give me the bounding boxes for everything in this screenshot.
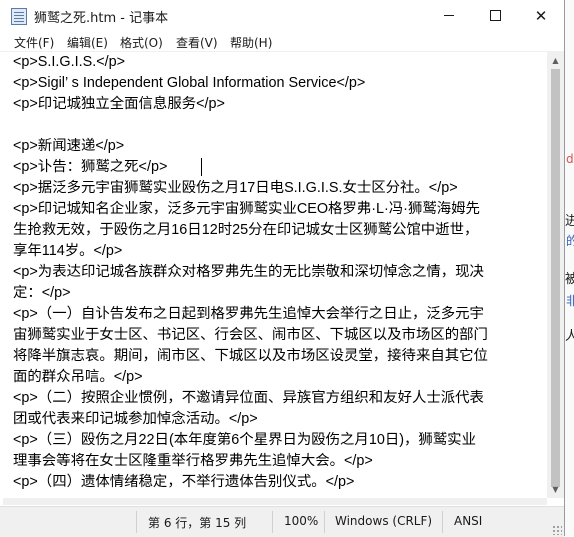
vertical-scrollbar[interactable]: ▲ ▼ [547, 52, 564, 498]
background-text: 的 [566, 234, 574, 248]
maximize-icon [489, 10, 501, 21]
status-divider [442, 511, 443, 533]
text-line: <p>为表达印记城各族群众对格罗弗先生的无比崇敬和深切悼念之情，现决 [13, 264, 484, 280]
text-line: <p>Sigil’ s Independent Global Informati… [13, 75, 366, 91]
status-divider [136, 511, 137, 533]
text-line: <p>印记城知名企业家，泛多元宇宙狮鹫实业CEO格罗弗·L·冯·狮鹫海姆先 [13, 201, 480, 217]
text-line: 生抢救无效，于殴伤之月16日12时25分在印记城女士区狮鹫公馆中逝世， [13, 222, 479, 238]
menu-edit[interactable]: 编辑(E) [67, 34, 108, 51]
menu-bar: 文件(F) 编辑(E) 格式(O) 查看(V) 帮助(H) [0, 31, 564, 52]
background-text: 进 [565, 214, 574, 229]
text-line: 将降半旗志哀。期间，闹市区、下城区以及市场区设灵堂，接待来自其它位 [13, 348, 488, 364]
horizontal-scrollbar[interactable] [3, 498, 547, 505]
text-line: 面的群众吊唁。</p> [13, 369, 143, 385]
text-line: 宙狮鹫实业于女士区、书记区、行会区、闹市区、下城区以及市场区的部门 [13, 327, 488, 343]
scroll-up-arrow-icon[interactable]: ▲ [547, 52, 564, 69]
status-zoom: 100% [284, 514, 319, 528]
background-text: 人 [565, 329, 574, 344]
text-caret [201, 158, 202, 176]
minimize-icon [444, 15, 454, 16]
notepad-app-icon[interactable] [11, 8, 27, 25]
background-text: 被 [565, 272, 574, 287]
text-line: <p>（一）自讣告发布之日起到格罗弗先生追悼大会举行之日止，泛多元宇 [13, 306, 484, 322]
background-window-strip: di 进 的 被 非 人 [565, 0, 574, 536]
text-line: 定：</p> [13, 285, 71, 301]
close-button[interactable]: ✕ [518, 0, 564, 31]
text-line: <p>印记城独立全面信息服务</p> [13, 96, 225, 112]
text-line: <p>（二）按照企业惯例，不邀请异位面、异族官方组织和友好人士派代表 [13, 390, 484, 406]
menu-file[interactable]: 文件(F) [14, 34, 54, 51]
menu-help[interactable]: 帮助(H) [230, 34, 272, 51]
text-line: <p>据泛多元宇宙狮鹫实业殴伤之月17日电S.I.G.I.S.女士区分社。</p… [13, 180, 458, 196]
status-line-ending: Windows (CRLF) [335, 514, 433, 528]
maximize-button[interactable] [472, 0, 518, 31]
text-line: <p>讣告：狮鹫之死</p> [13, 159, 168, 175]
scroll-down-arrow-icon[interactable]: ▼ [547, 481, 564, 498]
status-cursor-position: 第 6 行，第 15 列 [148, 516, 247, 530]
window-title: 狮鹫之死.htm - 记事本 [34, 11, 169, 26]
title-bar[interactable]: 狮鹫之死.htm - 记事本 ✕ [0, 0, 564, 31]
background-text: di [566, 152, 574, 166]
text-line: 理事会等将在女士区隆重举行格罗弗先生追悼大会。</p> [13, 453, 373, 469]
text-line: 享年114岁。</p> [13, 243, 123, 259]
text-line: 团或代表来印记城参加悼念活动。</p> [13, 411, 258, 427]
notepad-window: 狮鹫之死.htm - 记事本 ✕ 文件(F) 编辑(E) 格式(O) 查看(V)… [0, 0, 565, 537]
text-line: <p>新闻速递</p> [13, 138, 125, 154]
text-line: <p>（三）殴伤之月22日(本年度第6个星界日为殴伤之月10日)，狮鹫实业 [13, 432, 476, 448]
status-encoding: ANSI [454, 514, 483, 528]
text-line: <p>S.I.G.I.S.</p> [13, 54, 125, 70]
status-divider [324, 511, 325, 533]
status-divider [272, 511, 273, 533]
resize-grip-icon[interactable] [552, 525, 562, 535]
scrollbar-thumb[interactable] [551, 69, 560, 487]
menu-format[interactable]: 格式(O) [120, 34, 163, 51]
background-text: 非 [566, 294, 574, 308]
text-line: <p>（四）遗体情绪稳定，不举行遗体告别仪式。</p> [13, 474, 355, 490]
status-bar: 第 6 行，第 15 列 100% Windows (CRLF) ANSI [0, 506, 564, 537]
menu-view[interactable]: 查看(V) [176, 34, 218, 51]
close-icon: ✕ [534, 6, 548, 25]
minimize-button[interactable] [426, 0, 472, 31]
text-editor[interactable]: <p>S.I.G.I.S.</p> <p>Sigil’ s Independen… [3, 52, 547, 498]
